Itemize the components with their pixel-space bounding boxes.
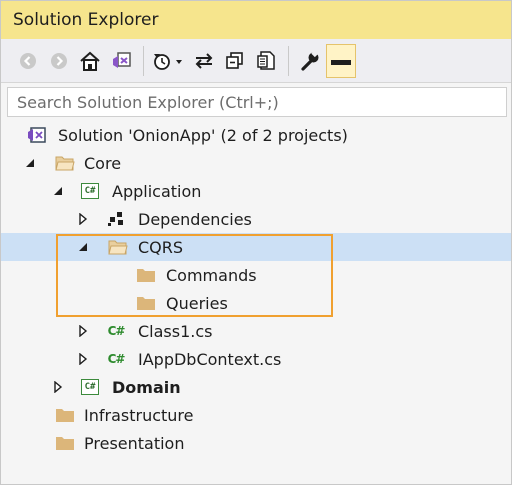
expanded-arrow-icon[interactable]: [76, 240, 90, 254]
tree-row-core[interactable]: Core: [1, 149, 511, 177]
window-title: Solution Explorer: [13, 10, 159, 30]
toolbar: [1, 39, 511, 83]
expanded-arrow-icon[interactable]: [23, 156, 37, 170]
domain-label: Domain: [112, 377, 181, 397]
collapsed-arrow-icon[interactable]: [76, 352, 90, 366]
collapse-all-button[interactable]: [220, 44, 250, 78]
sync-button[interactable]: [189, 44, 219, 78]
class1-label: Class1.cs: [138, 321, 213, 341]
solution-label: Solution 'OnionApp' (2 of 2 projects): [58, 125, 348, 145]
vs-switch-views-icon: [113, 51, 131, 68]
expanded-arrow-icon[interactable]: [51, 184, 65, 198]
dependencies-label: Dependencies: [138, 209, 252, 229]
preview-selected-icon: [331, 54, 351, 65]
folder-icon: [136, 294, 156, 312]
tree-row-presentation[interactable]: Presentation: [1, 429, 511, 457]
tree-row-solution[interactable]: Solution 'OnionApp' (2 of 2 projects): [1, 121, 511, 149]
tree-row-queries[interactable]: Queries: [1, 289, 511, 317]
solution-icon: [27, 126, 47, 144]
tree-row-application[interactable]: C# Application: [1, 177, 511, 205]
toolbar-separator: [143, 45, 144, 76]
pending-changes-filter-icon: [154, 53, 182, 70]
iappdbcontext-label: IAppDbContext.cs: [138, 349, 282, 369]
tree-row-cqrs[interactable]: CQRS: [1, 233, 511, 261]
infrastructure-label: Infrastructure: [84, 405, 194, 425]
forward-icon: [51, 52, 67, 69]
application-label: Application: [112, 181, 202, 201]
dependencies-icon: [106, 210, 126, 228]
csharp-project-icon: C#: [80, 378, 100, 396]
properties-wrench-icon: [301, 50, 319, 71]
sync-icon: [195, 52, 213, 69]
cqrs-label: CQRS: [138, 237, 184, 257]
tree-row-class1[interactable]: C# Class1.cs: [1, 317, 511, 345]
collapsed-arrow-icon[interactable]: [76, 324, 90, 338]
folder-icon: [55, 434, 75, 452]
core-label: Core: [84, 153, 122, 173]
search-input[interactable]: [15, 91, 506, 113]
collapsed-arrow-icon[interactable]: [76, 212, 90, 226]
switch-views-button[interactable]: [106, 44, 136, 78]
properties-button[interactable]: [295, 44, 325, 78]
toolbar-separator: [288, 45, 289, 76]
search-box[interactable]: [7, 87, 507, 117]
forward-button[interactable]: [44, 44, 74, 78]
csharp-project-icon: C#: [80, 182, 100, 200]
home-icon: [80, 51, 100, 71]
commands-label: Commands: [166, 265, 257, 285]
tree-row-iappdbcontext[interactable]: C# IAppDbContext.cs: [1, 345, 511, 373]
folder-icon: [55, 406, 75, 424]
folder-open-icon: [108, 238, 128, 256]
back-icon: [20, 52, 36, 69]
solution-tree: Solution 'OnionApp' (2 of 2 projects) Co…: [1, 121, 511, 457]
folder-open-icon: [55, 154, 75, 172]
folder-icon: [136, 266, 156, 284]
collapse-all-icon: [226, 51, 243, 69]
title-bar: Solution Explorer: [1, 1, 511, 39]
csharp-file-icon: C#: [107, 324, 126, 338]
preview-selected-items-button[interactable]: [326, 43, 356, 78]
collapsed-arrow-icon[interactable]: [51, 380, 65, 394]
tree-row-commands[interactable]: Commands: [1, 261, 511, 289]
pending-changes-filter-button[interactable]: [150, 44, 188, 78]
queries-label: Queries: [166, 293, 228, 313]
tree-row-dependencies[interactable]: Dependencies: [1, 205, 511, 233]
csharp-file-icon: C#: [107, 352, 126, 366]
show-all-files-icon: [257, 50, 275, 70]
show-all-files-button[interactable]: [251, 44, 281, 78]
tree-row-infrastructure[interactable]: Infrastructure: [1, 401, 511, 429]
home-button[interactable]: [75, 44, 105, 78]
solution-explorer-window: Solution Explorer Search Solution Explor…: [0, 0, 512, 485]
back-button[interactable]: [13, 44, 43, 78]
tree-row-domain[interactable]: C# Domain: [1, 373, 511, 401]
presentation-label: Presentation: [84, 433, 185, 453]
